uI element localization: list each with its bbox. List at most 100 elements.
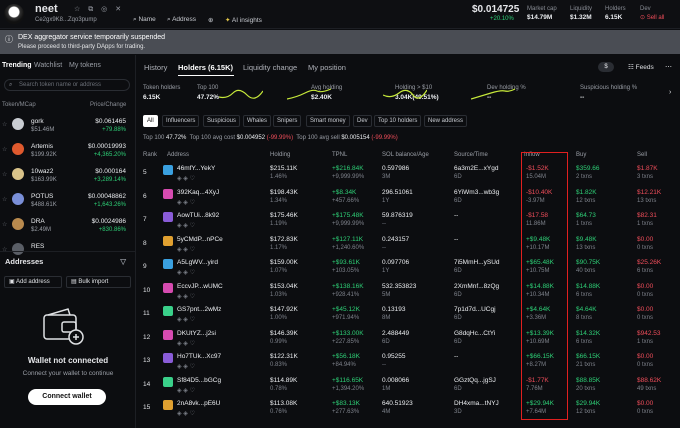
star-icon[interactable]: ☆ — [2, 121, 7, 128]
summary-change: (-99.99%) — [266, 135, 294, 141]
holder-address[interactable]: Ho7TUk...Xc97 — [177, 353, 221, 360]
source-address[interactable]: -- — [454, 353, 458, 360]
token-address[interactable]: Ce2gx9K8...Zqo3pump — [35, 17, 97, 23]
holding-pct: 0.99% — [270, 338, 288, 345]
stat-label: Holders — [605, 6, 626, 12]
more-icon[interactable]: ⋯ — [665, 63, 672, 71]
col-sol-balance-age[interactable]: SOL balance/Age — [382, 152, 429, 158]
table-row[interactable]: 15 2nA8vk...pE6U ◈ ◈ ♡ $113.08K 0.76% +$83.13… — [137, 398, 680, 420]
holder-address[interactable]: 5yCMdP...nPCe — [177, 236, 223, 243]
chip-snipers[interactable]: Snipers — [273, 115, 302, 127]
table-row[interactable]: 6 392Kaq...4XyJ ◈ ◈ ♡ $198.43K 1.34% +$8.34K +… — [137, 187, 680, 209]
holder-address[interactable]: 392Kaq...4XyJ — [177, 189, 219, 196]
holder-address[interactable]: 2nA8vk...pE6U — [177, 400, 220, 407]
filter-icon[interactable]: ▽ — [120, 257, 126, 266]
holder-address[interactable]: AowTUi...8k92 — [177, 212, 219, 219]
source-address[interactable]: -- — [454, 236, 458, 243]
list-item[interactable]: ☆ POTUS $488.61K $0.00048862 +1,643.26% — [0, 190, 136, 213]
table-row[interactable]: 14 Sf84D5...bGCg ◈ ◈ ♡ $114.89K 0.78% +$116.6… — [137, 375, 680, 397]
next-arrow-icon[interactable]: › — [669, 89, 671, 96]
inflow-amount: +10.75M — [526, 268, 550, 274]
source-address[interactable]: GGztQq...jgSJ — [454, 377, 496, 384]
tab-history[interactable]: History — [144, 63, 167, 72]
rank: 12 — [143, 333, 151, 341]
col-source-time[interactable]: Source/Time — [454, 152, 488, 158]
sparkline — [383, 89, 427, 99]
currency-toggle[interactable]: $ — [598, 62, 614, 72]
table-row[interactable]: 13 Ho7TUk...Xc97 ◈ ◈ ♡ $122.31K 0.83% +$56.18… — [137, 351, 680, 373]
table-row[interactable]: 10 EccvJP...wUMC ◈ ◈ ♡ $153.04K 1.03% +$138.1… — [137, 281, 680, 303]
chip-all[interactable]: All — [143, 115, 158, 127]
tab-liquidity-change[interactable]: Liquidity change — [243, 63, 297, 72]
col-sell[interactable]: Sell — [637, 152, 647, 158]
holder-address[interactable]: DKUtYZ...j2si — [177, 330, 216, 337]
tab-holders[interactable]: Holders (6.15K) — [178, 63, 233, 72]
token-icon — [12, 218, 24, 230]
kpi-value: 47.72% — [197, 94, 220, 101]
holder-address[interactable]: 46mfY...YekY — [177, 165, 215, 172]
list-item[interactable]: ☆ DRA $2.49M $0.0024986 +830.86% — [0, 215, 136, 238]
list-item[interactable]: ☆ 10waz2 $163.99K $0.000164 +3,289.14% — [0, 165, 136, 188]
source-address[interactable]: 2XmMnf...8zQg — [454, 283, 499, 290]
globe-icon[interactable]: ⊕ — [208, 16, 213, 24]
connect-wallet-button[interactable]: Connect wallet — [28, 389, 106, 405]
source-address[interactable]: G8dqHc...CtYi — [454, 330, 495, 337]
wallet-age: -- — [382, 362, 386, 368]
source-address[interactable]: 7i5MmH...ySUd — [454, 259, 500, 266]
star-icon[interactable]: ☆ — [2, 196, 7, 203]
holder-address[interactable]: A5LgWV...yird — [177, 259, 218, 266]
source-address[interactable]: DH4xma...tNYJ — [454, 400, 499, 407]
bulk-import-button[interactable]: ▤ Bulk import — [66, 276, 131, 288]
ai-insights-link[interactable]: ✦ AI insights — [225, 16, 262, 24]
star-icon[interactable]: ☆ — [2, 221, 7, 228]
holder-avatar — [163, 306, 173, 316]
holder-address[interactable]: EccvJP...wUMC — [177, 283, 223, 290]
col-tpnl[interactable]: TPNL — [332, 152, 347, 158]
table-row[interactable]: 7 AowTUi...8k92 ◈ ◈ ♡ $175.46K 1.19% +$175.48… — [137, 210, 680, 232]
tpnl-pct: +9,999.99% — [332, 221, 365, 227]
sidebar-search-input[interactable]: ⌕ Search token name or address — [4, 79, 130, 91]
table-row[interactable]: 11 GS7pnt...2wMz ◈ ◈ ♡ $147.92K 1.00% +$45.12… — [137, 304, 680, 326]
table-row[interactable]: 5 46mfY...YekY ◈ ◈ ♡ $215.11K 1.46% +$216.84K… — [137, 163, 680, 185]
inflow-amount: 7.76M — [526, 385, 543, 392]
tab-trending[interactable]: Trending — [2, 62, 32, 69]
table-row[interactable]: 12 DKUtYZ...j2si ◈ ◈ ♡ $146.39K 0.99% +$133.0… — [137, 328, 680, 350]
table-row[interactable]: 8 5yCMdP...nPCe ◈ ◈ ♡ $172.83K 1.17% +$127.11… — [137, 234, 680, 256]
source-address[interactable]: -- — [454, 212, 458, 219]
list-item[interactable]: ☆ gork $51.46M $0.061465 +79.88% — [0, 115, 136, 138]
col-inflow[interactable]: Inflow — [524, 152, 540, 158]
chip-new-address[interactable]: New address — [424, 115, 468, 127]
col-holding[interactable]: Holding — [270, 152, 290, 158]
source-address[interactable]: 6a3m2E...xYgd — [454, 165, 498, 172]
buy-value: $64.73 — [576, 212, 596, 219]
star-icon[interactable]: ☆ — [2, 171, 7, 178]
add-address-button[interactable]: ▣ Add address — [4, 276, 62, 288]
search-address-link[interactable]: ⌕ Address — [167, 16, 196, 24]
token-social-icons[interactable]: ☆ ⧉ ◎ ✕ — [74, 5, 124, 14]
col-address[interactable]: Address — [167, 152, 189, 158]
chip-top-10-holders[interactable]: Top 10 holders — [374, 115, 422, 127]
col-buy[interactable]: Buy — [576, 152, 586, 158]
chip-influencers[interactable]: Influencers — [162, 115, 200, 127]
chip-whales[interactable]: Whales — [243, 115, 272, 127]
rank: 14 — [143, 380, 151, 388]
chip-dev[interactable]: Dev — [353, 115, 372, 127]
token-name: POTUS — [31, 193, 54, 200]
sparkline — [287, 88, 331, 100]
chip-smart-money[interactable]: Smart money — [306, 115, 350, 127]
tab-watchlist[interactable]: Watchlist — [34, 62, 62, 69]
inflow-amount: +8.27M — [526, 362, 547, 368]
holder-address[interactable]: Sf84D5...bGCg — [177, 377, 221, 384]
source-address[interactable]: 6YiWm3...wb3g — [454, 189, 499, 196]
token-price: $0.00019993 — [88, 143, 126, 150]
tab-my-position[interactable]: My position — [308, 63, 346, 72]
search-name-link[interactable]: ⌕ Name — [133, 16, 156, 24]
list-item[interactable]: ☆ Artemis $199.92K $0.00019993 +4,365.20% — [0, 140, 136, 163]
holder-address[interactable]: GS7pnt...2wMz — [177, 306, 221, 313]
feeds-button[interactable]: ☷ Feeds — [628, 63, 654, 71]
star-icon[interactable]: ☆ — [2, 146, 7, 153]
chip-suspicious[interactable]: Suspicious — [203, 115, 241, 127]
tab-my-tokens[interactable]: My tokens — [69, 62, 101, 69]
table-row[interactable]: 9 A5LgWV...yird ◈ ◈ ♡ $159.00K 1.07% +$93.61K… — [137, 257, 680, 279]
source-address[interactable]: 7p1d7d...UCgj — [454, 306, 496, 313]
